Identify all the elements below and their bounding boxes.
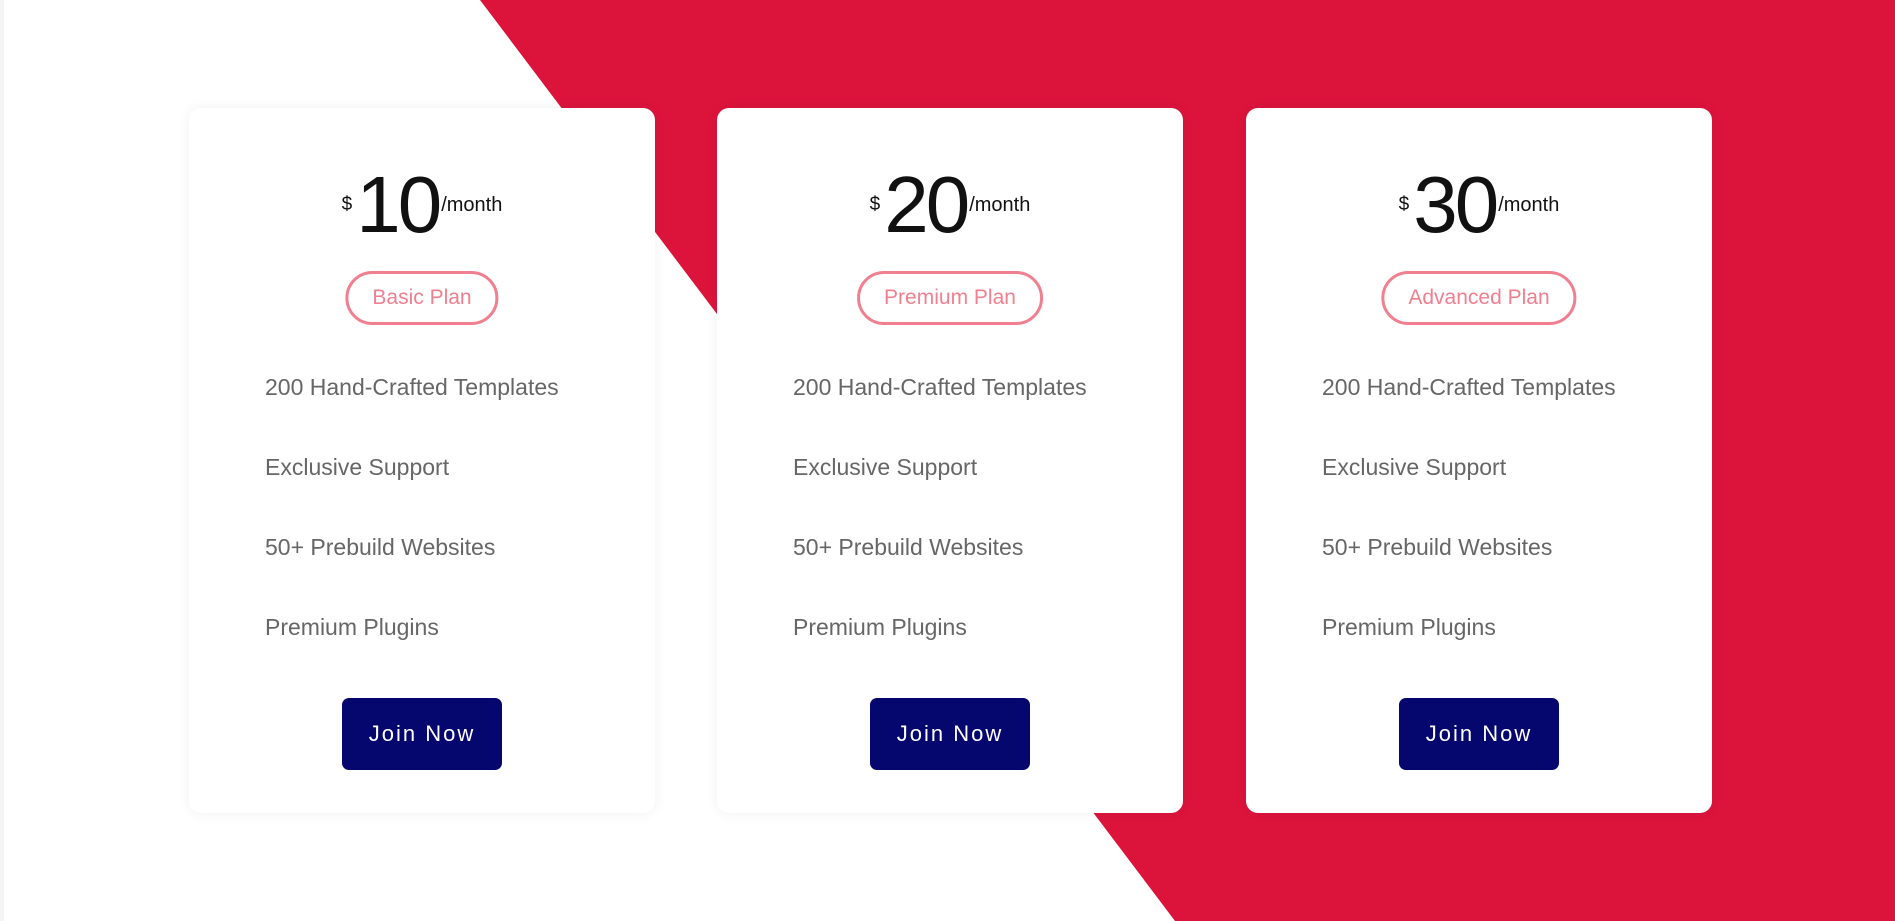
feature-list: 200 Hand-Crafted Templates Exclusive Sup…: [265, 372, 559, 692]
price-amount: 10: [356, 160, 442, 249]
pricing-card-advanced: $ 30 /month Advanced Plan 200 Hand-Craft…: [1246, 108, 1712, 813]
plan-name-badge: Basic Plan: [345, 271, 499, 325]
currency-symbol: $: [341, 194, 353, 215]
currency-symbol: $: [869, 194, 881, 215]
feature-item: 50+ Prebuild Websites: [265, 534, 496, 560]
pricing-card-premium: $ 20 /month Premium Plan 200 Hand-Crafte…: [717, 108, 1183, 813]
feature-item: Premium Plugins: [1322, 614, 1496, 640]
price-period: /month: [969, 194, 1031, 216]
currency-symbol: $: [1398, 194, 1410, 215]
feature-item: Premium Plugins: [265, 614, 439, 640]
join-now-button[interactable]: Join Now: [870, 698, 1030, 770]
feature-list: 200 Hand-Crafted Templates Exclusive Sup…: [793, 372, 1087, 692]
feature-item: 50+ Prebuild Websites: [793, 534, 1024, 560]
feature-item: 50+ Prebuild Websites: [1322, 534, 1553, 560]
price-period: /month: [1498, 194, 1560, 216]
price: $ 30 /month: [1246, 160, 1712, 250]
feature-list: 200 Hand-Crafted Templates Exclusive Sup…: [1322, 372, 1616, 692]
feature-item: Exclusive Support: [793, 454, 978, 480]
pricing-cards: $ 10 /month Basic Plan 200 Hand-Crafted …: [0, 0, 1895, 921]
feature-item: Exclusive Support: [265, 454, 450, 480]
feature-item: Premium Plugins: [793, 614, 967, 640]
price-period: /month: [441, 194, 503, 216]
feature-item: 200 Hand-Crafted Templates: [265, 374, 559, 400]
pricing-section: $ 10 /month Basic Plan 200 Hand-Crafted …: [0, 0, 1895, 921]
price: $ 10 /month: [189, 160, 655, 250]
price-amount: 20: [884, 160, 970, 249]
plan-name-badge: Premium Plan: [857, 271, 1043, 325]
pricing-card-basic: $ 10 /month Basic Plan 200 Hand-Crafted …: [189, 108, 655, 813]
feature-item: 200 Hand-Crafted Templates: [1322, 374, 1616, 400]
price: $ 20 /month: [717, 160, 1183, 250]
price-amount: 30: [1413, 160, 1499, 249]
plan-name-badge: Advanced Plan: [1381, 271, 1577, 325]
join-now-button[interactable]: Join Now: [342, 698, 502, 770]
feature-item: Exclusive Support: [1322, 454, 1507, 480]
join-now-button[interactable]: Join Now: [1399, 698, 1559, 770]
feature-item: 200 Hand-Crafted Templates: [793, 374, 1087, 400]
